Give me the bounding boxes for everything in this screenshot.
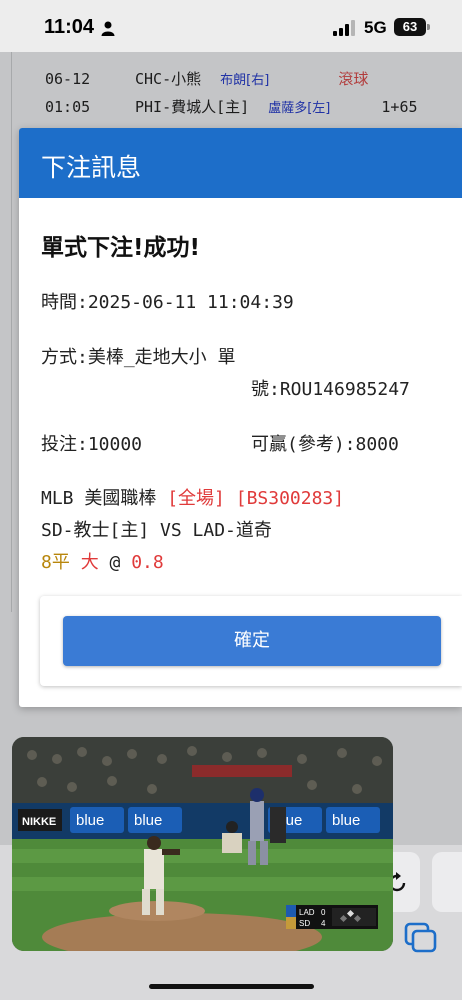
success-message: 單式下注!成功! bbox=[41, 235, 200, 261]
network-type: 5G bbox=[364, 18, 387, 37]
potential-win: 可贏(參考):8000 bbox=[251, 434, 399, 455]
scoreboard: LAD 0 SD 4 bbox=[286, 905, 378, 929]
league-name: MLB 美國職棒 bbox=[41, 488, 157, 509]
toolbar-button[interactable] bbox=[432, 852, 462, 912]
bet-info-dialog: 下注訊息 單式下注!成功! 時間:2025-06-11 11:04:39 方式:… bbox=[19, 128, 462, 707]
league-line: MLB 美國職棒 [全場] [BS300283] bbox=[41, 484, 344, 510]
home-score: 4 bbox=[321, 919, 326, 928]
event-code: [BS300283] bbox=[235, 488, 345, 509]
stake-amount: 投注:10000 bbox=[41, 434, 143, 455]
at-symbol: @ bbox=[109, 552, 121, 573]
bet-time: 時間:2025-06-11 11:04:39 bbox=[41, 292, 294, 313]
wall-ad-text: blue bbox=[134, 812, 162, 829]
handicap-line: 8平 bbox=[41, 552, 70, 573]
battery-level: 63 bbox=[402, 19, 418, 34]
confirm-button[interactable]: 確定 bbox=[63, 616, 441, 666]
ticket-number: 號:ROU146985247 bbox=[251, 379, 410, 400]
tabs-icon[interactable] bbox=[404, 922, 438, 954]
dialog-header: 下注訊息 bbox=[19, 128, 462, 198]
away-score: 0 bbox=[321, 908, 326, 917]
battery-icon: 63 bbox=[394, 18, 430, 36]
confirm-panel: 確定 bbox=[40, 596, 462, 686]
home-indicator[interactable] bbox=[149, 984, 314, 989]
background-bet-row: 01:05 PHI-費城人[主] 盧薩多[左] 1+65 bbox=[45, 98, 418, 116]
pip-video[interactable]: NIKKE blue blue blue blue LAD 0 SD 4 bbox=[12, 737, 393, 951]
wall-ad-brand: NIKKE bbox=[22, 816, 56, 828]
background-left-rail bbox=[0, 52, 12, 612]
status-bar: 11:04 5G 63 bbox=[0, 0, 462, 52]
status-time: 11:04 bbox=[44, 16, 95, 38]
signal-icon bbox=[333, 20, 355, 36]
dialog-title: 下注訊息 bbox=[41, 153, 142, 182]
wall-ad-text: blue bbox=[332, 812, 360, 829]
odds-value: 0.8 bbox=[131, 552, 164, 573]
matchup: SD-教士[主] VS LAD-道奇 bbox=[41, 520, 272, 541]
selection-line: 8平 大 @ 0.8 bbox=[41, 548, 164, 574]
background-bet-row: 06-12 CHC-小熊 布朗[右] 滾球 bbox=[45, 70, 369, 88]
wall-ad-text: blue bbox=[76, 812, 104, 829]
bet-scope: [全場] bbox=[167, 488, 225, 509]
away-team: LAD bbox=[299, 908, 315, 917]
home-team: SD bbox=[299, 919, 310, 928]
selection-side: 大 bbox=[80, 552, 99, 573]
person-icon bbox=[101, 21, 115, 36]
bet-method: 方式:美棒_走地大小 單 bbox=[41, 347, 236, 368]
